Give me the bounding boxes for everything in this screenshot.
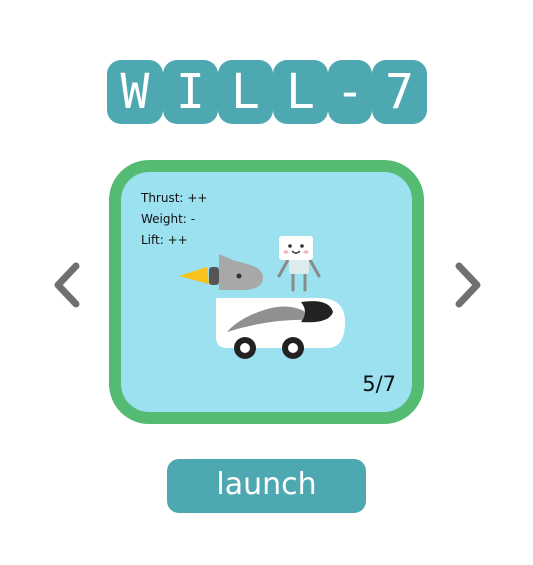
robot-icon	[277, 236, 321, 292]
launch-button[interactable]: launch	[167, 459, 366, 513]
card-counter: 5/7	[362, 372, 396, 396]
title-letter: W	[107, 60, 163, 124]
game-title: W I L L - 7	[107, 60, 427, 124]
title-letter: -	[328, 60, 372, 124]
thruster-icon	[219, 254, 263, 290]
title-letter: I	[163, 60, 218, 124]
title-letter: L	[218, 60, 273, 124]
chevron-right-icon	[455, 262, 481, 308]
ship-card[interactable]: Thrust: ++ Weight: - Lift: ++ 5/7	[109, 160, 424, 424]
title-letter: 7	[372, 60, 427, 124]
chevron-left-icon	[54, 262, 80, 308]
flame-icon	[179, 267, 209, 284]
title-letter: L	[273, 60, 328, 124]
next-button[interactable]	[453, 262, 483, 308]
ship-card-panel: Thrust: ++ Weight: - Lift: ++ 5/7	[121, 172, 412, 412]
previous-button[interactable]	[52, 262, 82, 308]
